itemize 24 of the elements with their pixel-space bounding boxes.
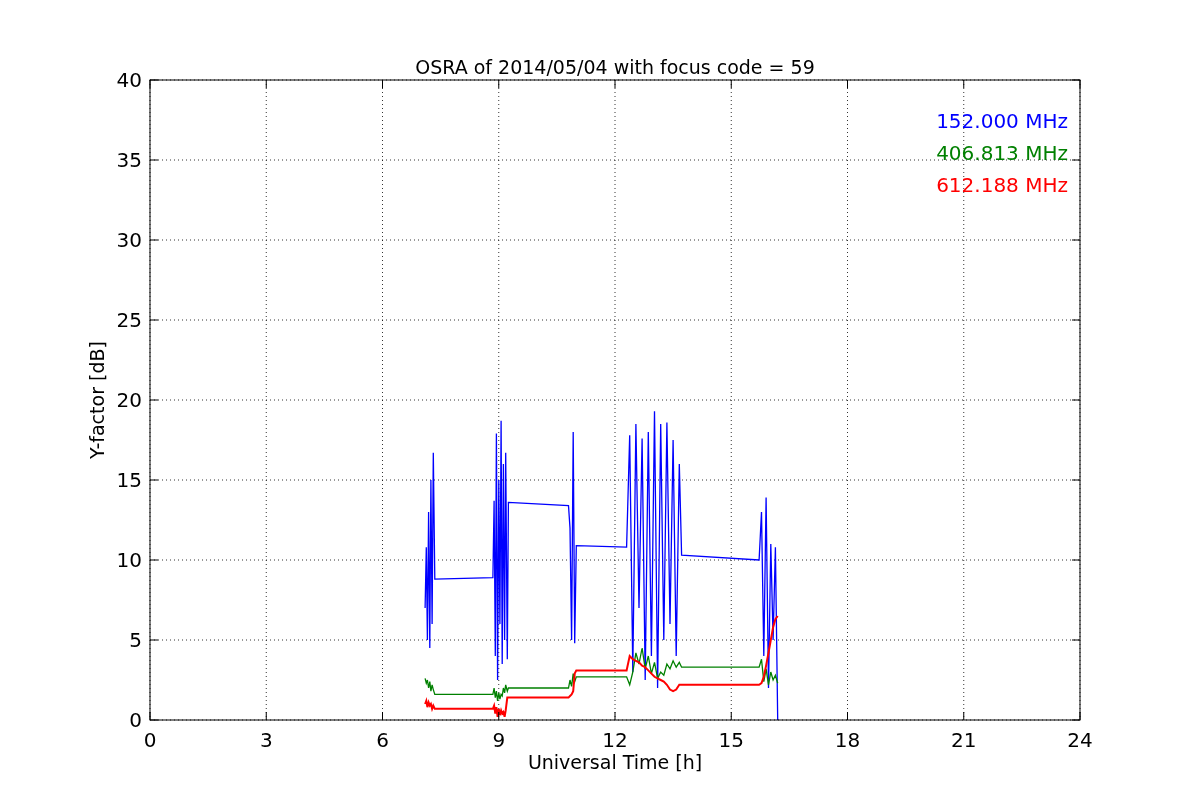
tick-label: 20 bbox=[116, 388, 142, 412]
tick-label: 0 bbox=[143, 728, 157, 752]
tick-label: 10 bbox=[116, 548, 142, 572]
tick-label: 5 bbox=[129, 628, 142, 652]
tick-label: 35 bbox=[116, 148, 142, 172]
legend-label: 406.813 MHz bbox=[936, 141, 1068, 165]
tick-label: 18 bbox=[834, 728, 861, 752]
x-axis-label: Universal Time [h] bbox=[527, 751, 703, 773]
tick-label: 15 bbox=[116, 468, 142, 492]
tick-label: 6 bbox=[376, 728, 389, 752]
tick-label: 9 bbox=[492, 728, 506, 752]
tick-label: 24 bbox=[1067, 728, 1093, 752]
y-axis-label: Y-factor [dB] bbox=[86, 341, 108, 459]
tick-label: 21 bbox=[951, 728, 977, 752]
tick-label: 3 bbox=[259, 728, 273, 752]
tick-label: 30 bbox=[116, 228, 142, 252]
tick-label: 40 bbox=[116, 68, 142, 92]
tick-label: 12 bbox=[602, 728, 628, 752]
tick-label: 15 bbox=[718, 728, 744, 752]
tick-label: 0 bbox=[129, 708, 142, 732]
chart-title: OSRA of 2014/05/04 with focus code = 59 bbox=[415, 56, 815, 78]
legend-label: 612.188 MHz bbox=[936, 173, 1068, 197]
tick-label: 25 bbox=[116, 308, 142, 332]
legend-label: 152.000 MHz bbox=[936, 109, 1068, 133]
